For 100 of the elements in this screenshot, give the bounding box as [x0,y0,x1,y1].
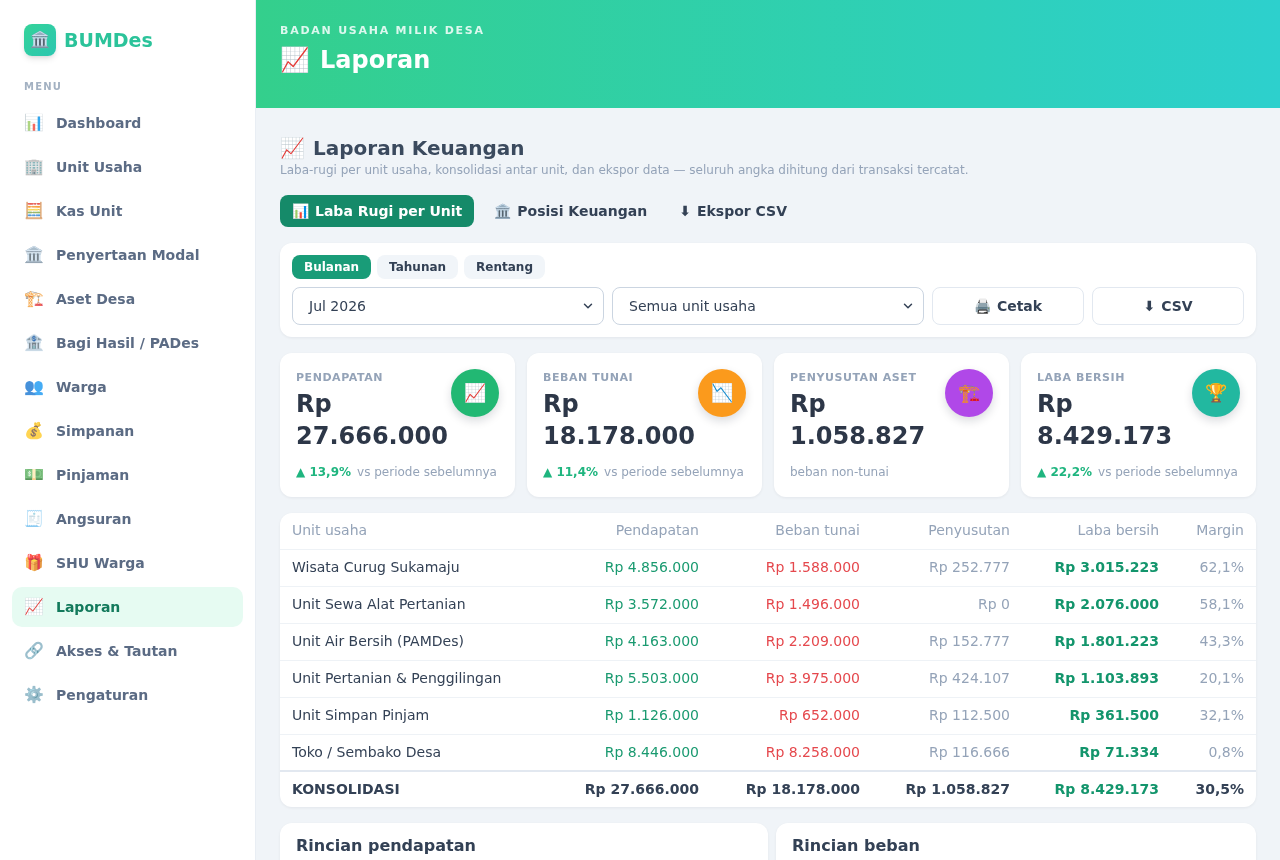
kpi-value: Rp 1.058.827 [790,389,927,452]
period-pill[interactable]: Tahunan [377,255,459,279]
sidebar-item[interactable]: 🔗 Akses & Tautan [12,631,243,671]
column-header: Pendapatan [550,513,711,549]
page-title: Laporan Keuangan [313,135,525,162]
kpi-value: Rp 8.429.173 [1037,389,1174,452]
dropdown-select[interactable]: Semua unit usaha [612,287,924,325]
kpi-note: beban non-tunai [790,464,889,480]
table-cell: Rp 2.076.000 [1022,586,1171,623]
total-cell: 30,5% [1171,771,1256,807]
table-cell: Rp 1.588.000 [711,549,872,586]
kpi-value: Rp 18.178.000 [543,389,696,452]
table-cell: Rp 0 [872,586,1022,623]
table-cell: Rp 71.334 [1022,734,1171,771]
chart-up-icon: 📈 [451,369,499,417]
table-cell: Rp 4.163.000 [550,623,711,660]
sidebar-item[interactable]: 💵 Pinjaman [12,455,243,495]
table-cell: Rp 1.126.000 [550,697,711,734]
table-cell: Toko / Sembako Desa [280,734,550,771]
bank-icon: 🏦 [24,335,44,351]
action-button[interactable]: ⬇ CSV [1092,287,1244,325]
crane-icon: 🏗 [945,369,993,417]
table-cell: 20,1% [1171,660,1256,697]
sidebar-item[interactable]: 🏦 Bagi Hasil / PADes [12,323,243,363]
table-cell: Wisata Curug Sukamaju [280,549,550,586]
bar-chart-icon: 📊 [292,204,309,218]
table-cell: Rp 1.801.223 [1022,623,1171,660]
table-cell: Unit Simpan Pinjam [280,697,550,734]
action-button[interactable]: 🖨 Cetak [932,287,1084,325]
table-cell: Rp 252.777 [872,549,1022,586]
page-subtitle: Laba-rugi per unit usaha, konsolidasi antar unit, dan ekspor data — seluruh angka dihitung dari transaksi tercatat. [280,162,969,178]
kpi-label: PENYUSUTAN ASET [790,371,917,385]
kpi-label: BEBAN TUNAI [543,371,634,385]
sidebar-item[interactable]: 💰 Simpanan [12,411,243,451]
period-pill[interactable]: Bulanan [292,255,372,279]
report-tab[interactable]: 📊 Laba Rugi per Unit [280,195,475,227]
total-cell: Rp 8.429.173 [1022,771,1171,807]
table-cell: 58,1% [1171,586,1256,623]
sidebar-item[interactable]: 🧾 Angsuran [12,499,243,539]
card-title: Rincian pendapatan [296,836,476,856]
table-cell: Rp 4.856.000 [550,549,711,586]
kpi-change: ▲ 22,2% [1037,464,1093,480]
table-cell: Rp 116.666 [872,734,1022,771]
office-building-icon: 🏢 [24,159,44,175]
table-cell: Rp 1.103.893 [1022,660,1171,697]
people-icon: 👥 [24,379,44,395]
kpi-note: vs periode sebelumnya [604,464,744,480]
kpi-change: ▲ 13,9% [296,464,352,480]
chart-up-icon: 📈 [280,138,305,158]
download-arrow-icon: ⬇ [1143,299,1156,313]
table-cell: Rp 152.777 [872,623,1022,660]
sidebar-item[interactable]: 🎁 SHU Warga [12,543,243,583]
table-cell: Rp 3.015.223 [1022,549,1171,586]
columns-building-icon: 🏛 [24,247,44,263]
sidebar-item[interactable]: 👥 Warga [12,367,243,407]
sidebar-item[interactable]: 🏗 Aset Desa [12,279,243,319]
sidebar-item[interactable]: 🏢 Unit Usaha [12,147,243,187]
table-cell: 0,8% [1171,734,1256,771]
abacus-icon: 🧮 [24,203,44,219]
table-cell: Unit Sewa Alat Pertanian [280,586,550,623]
table-cell: Rp 3.975.000 [711,660,872,697]
download-arrow-icon: ⬇ [679,204,691,218]
total-cell: Rp 1.058.827 [872,771,1022,807]
table-cell: Rp 652.000 [711,697,872,734]
trophy-icon: 🏆 [1192,369,1240,417]
table-cell: Rp 361.500 [1022,697,1171,734]
total-cell: KONSOLIDASI [280,771,550,807]
report-tab[interactable]: ⬇ Ekspor CSV [667,195,800,227]
kpi-label: LABA BERSIH [1037,371,1125,385]
settings-icon: ⚙ [24,687,44,703]
total-cell: Rp 18.178.000 [711,771,872,807]
table-cell: Rp 424.107 [872,660,1022,697]
kpi-label: PENDAPATAN [296,371,383,385]
gift-icon: 🎁 [24,555,44,571]
table-cell: Unit Pertanian & Penggilingan [280,660,550,697]
sidebar-item[interactable]: 🏛 Penyertaan Modal [12,235,243,275]
sidebar-item[interactable]: 📈 Laporan [12,587,243,627]
period-pill[interactable]: Rentang [464,255,545,279]
columns-building-icon: 🏛 [494,204,512,218]
table-cell: Rp 2.209.000 [711,623,872,660]
table-cell: 43,3% [1171,623,1256,660]
table-cell: Rp 1.496.000 [711,586,872,623]
dropdown-select[interactable]: Jul 2026 [292,287,604,325]
report-tab[interactable]: 🏛 Posisi Keuangan [482,195,660,227]
total-cell: Rp 27.666.000 [550,771,711,807]
sidebar-item[interactable]: 🧮 Kas Unit [12,191,243,231]
header-title: Laporan [320,45,431,75]
kpi-note: vs periode sebelumnya [357,464,497,480]
kpi-change: ▲ 11,4% [543,464,599,480]
money-bag-icon: 💰 [24,423,44,439]
banknote-icon: 💵 [24,467,44,483]
table-cell: 62,1% [1171,549,1256,586]
column-header: Margin [1171,513,1256,549]
sidebar-item[interactable]: 📊 Dashboard [12,103,243,143]
chart-down-icon: 📉 [698,369,746,417]
table-cell: Rp 3.572.000 [550,586,711,623]
sidebar-item[interactable]: ⚙ Pengaturan [12,675,243,715]
table-cell: Rp 5.503.000 [550,660,711,697]
table-cell: 32,1% [1171,697,1256,734]
app-logo-text: BUMDes [64,30,153,50]
